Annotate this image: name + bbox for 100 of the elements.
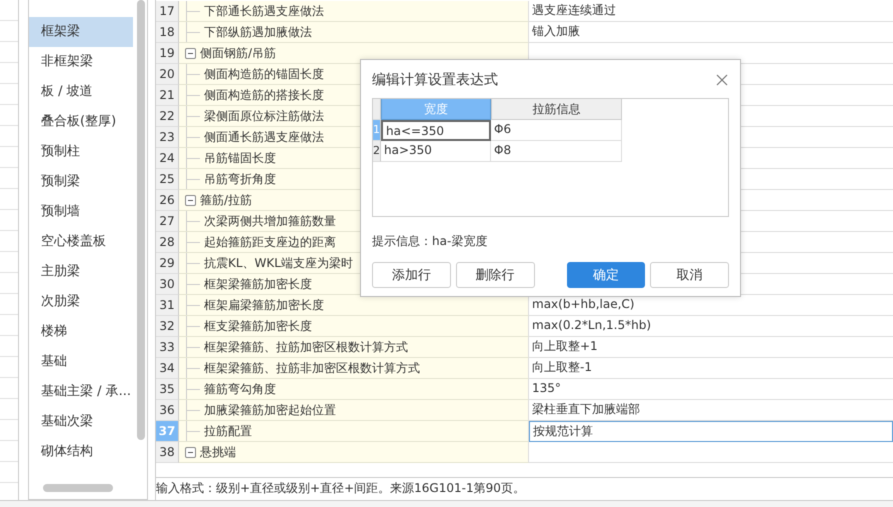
sidebar-item[interactable]: 非框架梁 <box>29 47 133 77</box>
grid-cell[interactable]: Φ6 <box>491 120 622 141</box>
row-number: 32 <box>156 316 179 337</box>
row-number: 17 <box>156 1 179 22</box>
setting-name: 起始箍筋距支座边的距离 <box>204 234 336 250</box>
setting-value[interactable]: 向上取整+1 <box>529 337 893 358</box>
row-number: 18 <box>156 22 179 43</box>
row-number: 19 <box>156 43 179 64</box>
dialog-button[interactable]: 取消 <box>650 262 729 288</box>
tree-line <box>186 379 200 399</box>
row-number: 25 <box>156 169 179 190</box>
confirm-button[interactable]: 确定 <box>566 262 646 288</box>
tree-line <box>186 64 200 84</box>
tree-line <box>186 232 200 252</box>
tree-line <box>186 127 200 147</box>
tree-line <box>186 358 200 378</box>
row-number: 30 <box>156 274 179 295</box>
tree-line <box>186 85 200 105</box>
sidebar-item[interactable]: 空心楼盖板 <box>29 227 133 257</box>
row-number: 21 <box>156 85 179 106</box>
scrollbar-thumb[interactable] <box>43 484 113 492</box>
hint-text: 提示信息：ha-梁宽度 <box>372 233 488 250</box>
row-number: 22 <box>156 106 179 127</box>
collapse-icon[interactable] <box>185 194 196 206</box>
row-number: 37 <box>156 421 179 442</box>
sidebar-item[interactable]: 基础 <box>29 347 133 377</box>
setting-name: 悬挑端 <box>200 444 236 460</box>
sidebar-item[interactable]: 次肋梁 <box>29 287 133 317</box>
setting-name: 抗震KL、WKL端支座为梁时 <box>204 254 353 272</box>
tree-line <box>186 316 200 336</box>
row-number: 1 <box>373 120 381 141</box>
row-number: 33 <box>156 337 179 358</box>
tree-line <box>186 169 200 189</box>
tree-line <box>186 337 200 357</box>
setting-name: 吊筋锚固长度 <box>204 150 276 166</box>
setting-value[interactable]: 按规范计算 <box>529 421 893 442</box>
setting-name: 框架梁箍筋、拉筋加密区根数计算方式 <box>204 338 408 356</box>
row-number: 23 <box>156 127 179 148</box>
setting-name: 加腋梁箍筋加密起始位置 <box>204 402 336 418</box>
sidebar-item[interactable]: 预制柱 <box>29 137 133 167</box>
setting-name: 下部纵筋遇加腋做法 <box>204 24 312 40</box>
setting-value[interactable]: 锚入加腋 <box>529 22 893 43</box>
sidebar-item[interactable]: 框架梁 <box>29 17 133 47</box>
grid-cell[interactable]: ha>350 <box>381 141 491 162</box>
setting-name: 梁侧面原位标注筋做法 <box>204 108 324 124</box>
tree-line <box>186 295 200 315</box>
setting-name: 框架梁箍筋加密长度 <box>204 276 312 292</box>
setting-name: 箍筋/拉筋 <box>200 192 252 208</box>
row-number: 38 <box>156 442 179 463</box>
setting-name: 框架梁箍筋、拉筋非加密区根数计算方式 <box>204 360 420 376</box>
setting-value[interactable]: 梁柱垂直下加腋端部 <box>529 400 893 421</box>
status-text: 输入格式：级别+直径或级别+直径+间距。来源16G101-1第90页。 <box>156 480 526 497</box>
setting-value[interactable]: 向上取整-1 <box>529 358 893 379</box>
sidebar-item[interactable]: 基础主梁 / 承... <box>29 377 133 407</box>
row-number: 2 <box>373 141 381 162</box>
setting-name: 次梁两侧共增加箍筋数量 <box>204 212 336 230</box>
tree-line <box>186 421 200 441</box>
tree-line <box>186 274 200 294</box>
setting-name: 侧面构造筋的锚固长度 <box>204 66 324 82</box>
sidebar-item[interactable]: 主肋梁 <box>29 257 133 287</box>
close-icon[interactable] <box>716 74 728 86</box>
scrollbar-thumb[interactable] <box>137 0 145 440</box>
tree-line <box>186 253 200 273</box>
setting-name: 箍筋弯勾角度 <box>204 380 276 398</box>
setting-name: 框架扁梁箍筋加密长度 <box>204 296 324 314</box>
dialog-title: 编辑计算设置表达式 <box>372 71 498 89</box>
collapse-icon[interactable] <box>185 446 196 458</box>
setting-name: 侧面构造筋的搭接长度 <box>204 86 324 104</box>
grid-cell[interactable]: ha<=350 <box>381 120 491 141</box>
setting-name: 侧面通长筋遇支座做法 <box>204 128 324 146</box>
tree-line <box>186 148 200 168</box>
row-number: 26 <box>156 190 179 211</box>
tree-line <box>186 22 200 42</box>
row-number: 27 <box>156 211 179 232</box>
sidebar-item[interactable]: 预制墙 <box>29 197 133 227</box>
row-number: 28 <box>156 232 179 253</box>
sidebar-item[interactable]: 楼梯 <box>29 317 133 347</box>
collapse-icon[interactable] <box>185 48 196 58</box>
sidebar-item[interactable]: 预制梁 <box>29 167 133 197</box>
setting-name: 吊筋弯折角度 <box>204 170 276 188</box>
setting-value[interactable]: 遇支座连续通过 <box>529 1 893 22</box>
row-number: 35 <box>156 379 179 400</box>
row-number: 36 <box>156 400 179 421</box>
sidebar-item[interactable]: 基础次梁 <box>29 407 133 437</box>
dialog-button[interactable]: 添加行 <box>372 262 451 288</box>
tree-line <box>186 211 200 231</box>
dialog-button[interactable]: 删除行 <box>456 262 534 288</box>
tree-line <box>186 400 200 420</box>
grid-cell[interactable]: Φ8 <box>491 141 622 162</box>
sidebar-item[interactable]: 砌体结构 <box>29 437 133 467</box>
row-number: 31 <box>156 295 179 316</box>
sidebar-item[interactable]: 板 / 坡道 <box>29 77 133 107</box>
setting-name: 拉筋配置 <box>204 422 252 440</box>
column-header[interactable]: 拉筋信息 <box>491 99 622 120</box>
row-number: 24 <box>156 148 179 169</box>
setting-name: 框支梁箍筋加密长度 <box>204 318 312 334</box>
row-number: 20 <box>156 64 179 85</box>
row-number: 29 <box>156 253 179 274</box>
sidebar-item[interactable]: 叠合板(整厚) <box>29 107 133 137</box>
setting-name: 侧面钢筋/吊筋 <box>200 44 276 62</box>
